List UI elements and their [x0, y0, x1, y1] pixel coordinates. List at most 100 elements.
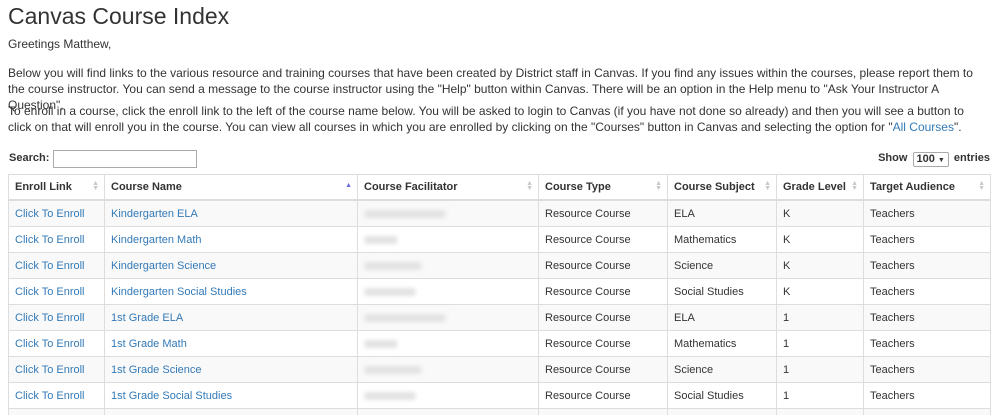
- grade-level-text: 1: [783, 389, 790, 402]
- course-type-text: Resource Course: [545, 285, 631, 298]
- course-subject-text: Science: [674, 363, 714, 376]
- target-audience-text: Teachers: [870, 285, 915, 298]
- search-input[interactable]: [53, 150, 197, 168]
- cell-grade-level: 1: [776, 330, 864, 357]
- course-subject-text: ELA: [674, 207, 695, 220]
- cell-course-subject: Science: [667, 356, 777, 383]
- cell-course-name-link: 1st Grade Science: [104, 356, 358, 383]
- search-label: Search:: [9, 152, 50, 164]
- cell-course-subject: Social Studies: [667, 278, 777, 305]
- course-name-link[interactable]: 1st Grade Science: [111, 364, 202, 376]
- table-row: Click To Enroll Kindergarten ELA Resource …: [8, 199, 991, 227]
- sort-ascending-icon: ▲: [345, 182, 352, 189]
- table-row: Click To Enroll 1st Grade Math Resource Co…: [8, 330, 991, 357]
- cell-enroll-link: Click To Enroll: [8, 199, 105, 227]
- cell-enroll-link: Click To Enroll: [8, 382, 105, 409]
- cell-enroll-link: Click To Enroll: [8, 356, 105, 383]
- column-header-label: Course Name: [111, 181, 182, 193]
- target-audience-text: Teachers: [870, 337, 915, 350]
- enroll-link[interactable]: Click To Enroll: [15, 234, 85, 246]
- course-name-link[interactable]: Kindergarten ELA: [111, 208, 198, 220]
- course-subject-text: Science: [674, 259, 714, 272]
- chevron-down-icon: ▼: [937, 157, 945, 164]
- cell-course-type: Resource Course: [538, 226, 668, 253]
- course-name-link[interactable]: 1st Grade Social Studies: [111, 390, 232, 402]
- cell-target-audience: Teachers: [863, 278, 991, 305]
- course-name-link[interactable]: 1st Grade Math: [111, 338, 187, 350]
- enroll-link[interactable]: Click To Enroll: [15, 260, 85, 272]
- table-row: [8, 408, 991, 415]
- column-header-target-audience[interactable]: Target Audience ▲ ▼: [863, 174, 991, 201]
- sort-icon: ▲ ▼: [978, 180, 985, 192]
- course-name-link[interactable]: Kindergarten Math: [111, 234, 202, 246]
- course-name-link[interactable]: 1st Grade ELA: [111, 312, 183, 324]
- course-type-text: Resource Course: [545, 363, 631, 376]
- table-row: Click To Enroll 1st Grade Social Studies R…: [8, 382, 991, 409]
- course-name-link[interactable]: Kindergarten Social Studies: [111, 286, 247, 298]
- cell-course-subject: ELA: [667, 304, 777, 331]
- column-header-label: Grade Level: [783, 181, 846, 193]
- cell-course-type: Resource Course: [538, 330, 668, 357]
- grade-level-text: K: [783, 233, 791, 246]
- cell-grade-level: K: [776, 199, 864, 227]
- course-name-link[interactable]: Kindergarten Science: [111, 260, 216, 272]
- grade-level-text: 1: [783, 337, 790, 350]
- target-audience-text: Teachers: [870, 259, 915, 272]
- enroll-link[interactable]: Click To Enroll: [15, 312, 85, 324]
- table-body: Click To Enroll Kindergarten ELA Resource …: [8, 199, 991, 415]
- cell-course-name-link: Kindergarten Math: [104, 226, 358, 253]
- cell-course-facilitator: [357, 226, 539, 253]
- target-audience-text: Teachers: [870, 389, 915, 402]
- cell-target-audience: Teachers: [863, 199, 991, 227]
- cell-course-subject: ELA: [667, 199, 777, 227]
- cell-course-facilitator: [357, 408, 539, 415]
- cell-course-name-link: Kindergarten Social Studies: [104, 278, 358, 305]
- cell-course-facilitator: [357, 356, 539, 383]
- cell-target-audience: Teachers: [863, 252, 991, 279]
- redacted-facilitator-name: [364, 365, 422, 374]
- cell-course-type: Resource Course: [538, 278, 668, 305]
- page: Canvas Course Index Greetings Matthew, B…: [0, 0, 999, 415]
- cell-course-subject: Social Studies: [667, 382, 777, 409]
- sort-icon: ▲ ▼: [92, 180, 99, 192]
- cell-course-type: Resource Course: [538, 356, 668, 383]
- cell-course-type: Resource Course: [538, 382, 668, 409]
- cell-course-type: Resource Course: [538, 304, 668, 331]
- page-length-select[interactable]: 100 ▼: [912, 152, 949, 167]
- enroll-instructions-text: To enroll in a course, click the enroll …: [8, 104, 964, 134]
- enroll-link[interactable]: Click To Enroll: [15, 338, 85, 350]
- cell-enroll-link: Click To Enroll: [8, 226, 105, 253]
- grade-level-text: K: [783, 285, 791, 298]
- cell-course-subject: Mathematics: [667, 330, 777, 357]
- target-audience-text: Teachers: [870, 363, 915, 376]
- column-header-label: Enroll Link: [15, 181, 72, 193]
- course-type-text: Resource Course: [545, 389, 631, 402]
- enroll-link[interactable]: Click To Enroll: [15, 208, 85, 220]
- cell-enroll-link: Click To Enroll: [8, 252, 105, 279]
- enroll-link[interactable]: Click To Enroll: [15, 286, 85, 298]
- course-subject-text: ELA: [674, 311, 695, 324]
- enroll-link[interactable]: Click To Enroll: [15, 390, 85, 402]
- cell-course-name-link: [104, 408, 358, 415]
- column-header-label: Course Subject: [674, 181, 755, 193]
- column-header-course-name[interactable]: Course Name ▲: [104, 174, 358, 201]
- cell-course-type: Resource Course: [538, 199, 668, 227]
- cell-course-type: Resource Course: [538, 252, 668, 279]
- cell-enroll-link: Click To Enroll: [8, 330, 105, 357]
- column-header-course-subject[interactable]: Course Subject ▲ ▼: [667, 174, 777, 201]
- cell-course-subject: Science: [667, 252, 777, 279]
- sort-icon: ▲ ▼: [764, 180, 771, 192]
- sort-icon: ▲ ▼: [851, 180, 858, 192]
- column-header-course-facilitator[interactable]: Course Facilitator ▲ ▼: [357, 174, 539, 201]
- column-header-grade-level[interactable]: Grade Level ▲ ▼: [776, 174, 864, 201]
- all-courses-link[interactable]: All Courses: [893, 120, 954, 134]
- show-label: Show: [878, 152, 908, 164]
- redacted-facilitator-name: [364, 313, 446, 322]
- column-header-enroll-link[interactable]: Enroll Link ▲ ▼: [8, 174, 105, 201]
- table-row: Click To Enroll Kindergarten Math Resource…: [8, 226, 991, 253]
- redacted-facilitator-name: [364, 391, 416, 400]
- enroll-link[interactable]: Click To Enroll: [15, 364, 85, 376]
- table-row: Click To Enroll 1st Grade Science Resource…: [8, 356, 991, 383]
- column-header-course-type[interactable]: Course Type ▲ ▼: [538, 174, 668, 201]
- cell-course-facilitator: [357, 304, 539, 331]
